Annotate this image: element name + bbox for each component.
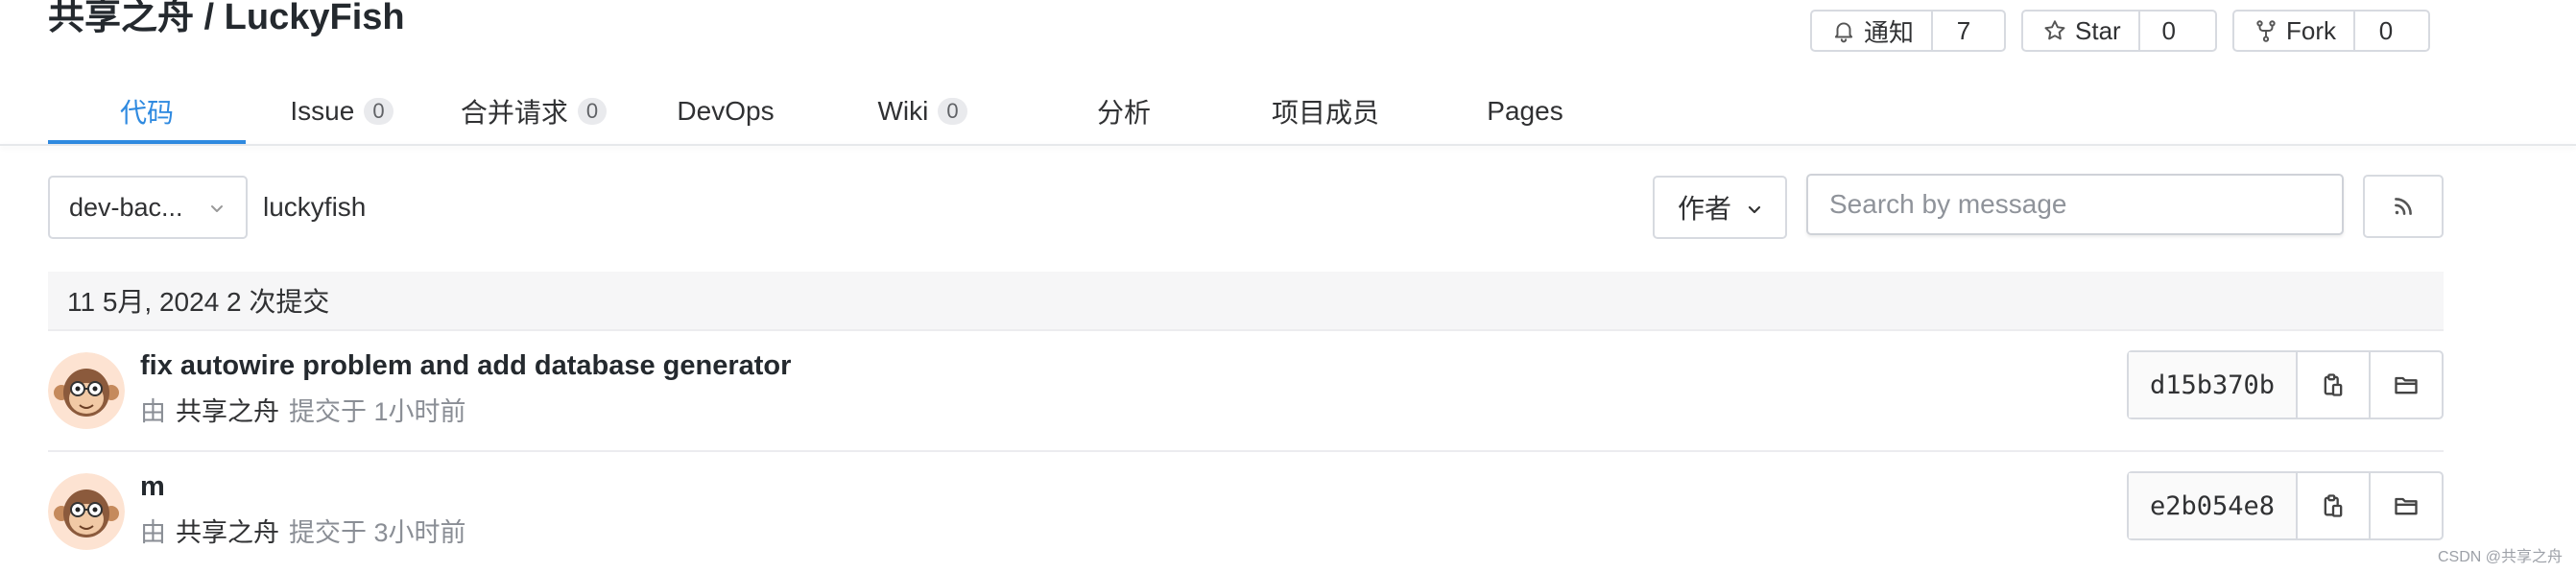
path-breadcrumb[interactable]: luckyfish: [263, 188, 366, 227]
fork-button[interactable]: Fork: [2234, 12, 2355, 50]
tab-analytics-label: 分析: [1096, 98, 1151, 128]
commit-row: m 由共享之舟 提交于 3小时前 e2b054e8: [48, 452, 2444, 573]
tab-analytics[interactable]: 分析: [1023, 79, 1225, 144]
notify-button[interactable]: 通知: [1812, 12, 1934, 50]
commit-time: 提交于 3小时前: [289, 518, 466, 547]
notify-count[interactable]: 7: [1933, 12, 1994, 50]
notify-label: 通知: [1864, 17, 1915, 47]
repo-title: 共享之舟 / LuckyFish: [48, 0, 405, 37]
watermark: CSDN @共享之舟: [2437, 549, 2563, 565]
commit-meta: 由共享之舟 提交于 3小时前: [140, 512, 466, 549]
tab-merge-requests-label: 合并请求: [460, 98, 568, 128]
folder-icon: [2395, 376, 2418, 394]
repo-tabs: 代码 Issue 0 合并请求 0 DevOps Wiki 0 分析 项目成员 …: [48, 79, 1624, 144]
star-count[interactable]: 0: [2140, 12, 2198, 50]
branch-name: dev-bac...: [69, 192, 183, 222]
copy-hash-button[interactable]: [2298, 352, 2369, 418]
commit-by-prefix: 由: [140, 518, 166, 547]
commit-hash[interactable]: e2b054e8: [2129, 473, 2298, 538]
tab-issue-badge: 0: [364, 98, 394, 125]
folder-icon: [2395, 497, 2418, 515]
fork-label: Fork: [2286, 15, 2336, 45]
fork-icon: [2256, 20, 2276, 42]
fork-count[interactable]: 0: [2355, 12, 2417, 50]
commit-date-text: 11 5月, 2024 2 次提交: [67, 287, 330, 317]
tab-pages-label: Pages: [1487, 96, 1563, 126]
copy-hash-button[interactable]: [2298, 473, 2369, 538]
commit-title[interactable]: fix autowire problem and add database ge…: [140, 350, 791, 382]
author-filter-select[interactable]: 作者: [1653, 176, 1787, 239]
commit-time: 提交于 1小时前: [289, 397, 466, 426]
tab-pages[interactable]: Pages: [1426, 79, 1624, 144]
tab-members-label: 项目成员: [1271, 98, 1379, 128]
search-input[interactable]: [1806, 174, 2344, 235]
clipboard-icon: [2324, 494, 2343, 517]
star-label: Star: [2075, 15, 2121, 45]
tab-wiki-label: Wiki: [877, 96, 929, 126]
tabs-divider: [0, 144, 2576, 146]
avatar[interactable]: [48, 473, 125, 550]
fork-button-group: Fork 0: [2232, 10, 2430, 52]
tab-devops-label: DevOps: [677, 96, 775, 126]
commit-by-prefix: 由: [140, 397, 166, 426]
monkey-avatar-icon: [48, 352, 125, 429]
star-button-group: Star 0: [2021, 10, 2217, 52]
commit-meta: 由共享之舟 提交于 1小时前: [140, 391, 466, 428]
tab-issue[interactable]: Issue 0: [246, 79, 438, 144]
commit-author[interactable]: 共享之舟: [176, 518, 279, 547]
commit-row: fix autowire problem and add database ge…: [48, 331, 2444, 452]
commit-author[interactable]: 共享之舟: [176, 397, 279, 426]
monkey-avatar-icon: [48, 473, 125, 550]
star-button[interactable]: Star: [2023, 12, 2140, 50]
tab-issue-label: Issue: [290, 96, 355, 126]
tab-code-label: 代码: [119, 98, 174, 128]
browse-files-button[interactable]: [2369, 473, 2442, 538]
commit-actions: d15b370b: [2127, 350, 2444, 419]
rss-button[interactable]: [2363, 175, 2444, 238]
rss-icon: [2395, 198, 2412, 215]
tab-devops[interactable]: DevOps: [630, 79, 822, 144]
star-icon: [2044, 20, 2065, 40]
tab-wiki-badge: 0: [938, 98, 967, 125]
clipboard-icon: [2324, 373, 2343, 396]
commit-date-header: 11 5月, 2024 2 次提交: [48, 272, 2444, 331]
author-filter-label: 作者: [1678, 194, 1732, 224]
tab-code[interactable]: 代码: [48, 79, 246, 144]
bell-icon: [1834, 22, 1853, 43]
commit-hash[interactable]: d15b370b: [2129, 352, 2298, 418]
browse-files-button[interactable]: [2369, 352, 2442, 418]
chevron-down-icon: [1748, 205, 1761, 214]
tab-merge-requests-badge: 0: [577, 98, 608, 125]
tab-wiki[interactable]: Wiki 0: [822, 79, 1023, 144]
tab-members[interactable]: 项目成员: [1225, 79, 1426, 144]
tab-merge-requests[interactable]: 合并请求 0: [438, 79, 630, 144]
branch-select[interactable]: dev-bac...: [48, 176, 248, 239]
commit-title[interactable]: m: [140, 471, 165, 503]
chevron-down-icon: [211, 205, 223, 212]
commit-actions: e2b054e8: [2127, 471, 2444, 540]
avatar[interactable]: [48, 352, 125, 429]
notify-button-group: 通知 7: [1810, 10, 2006, 52]
